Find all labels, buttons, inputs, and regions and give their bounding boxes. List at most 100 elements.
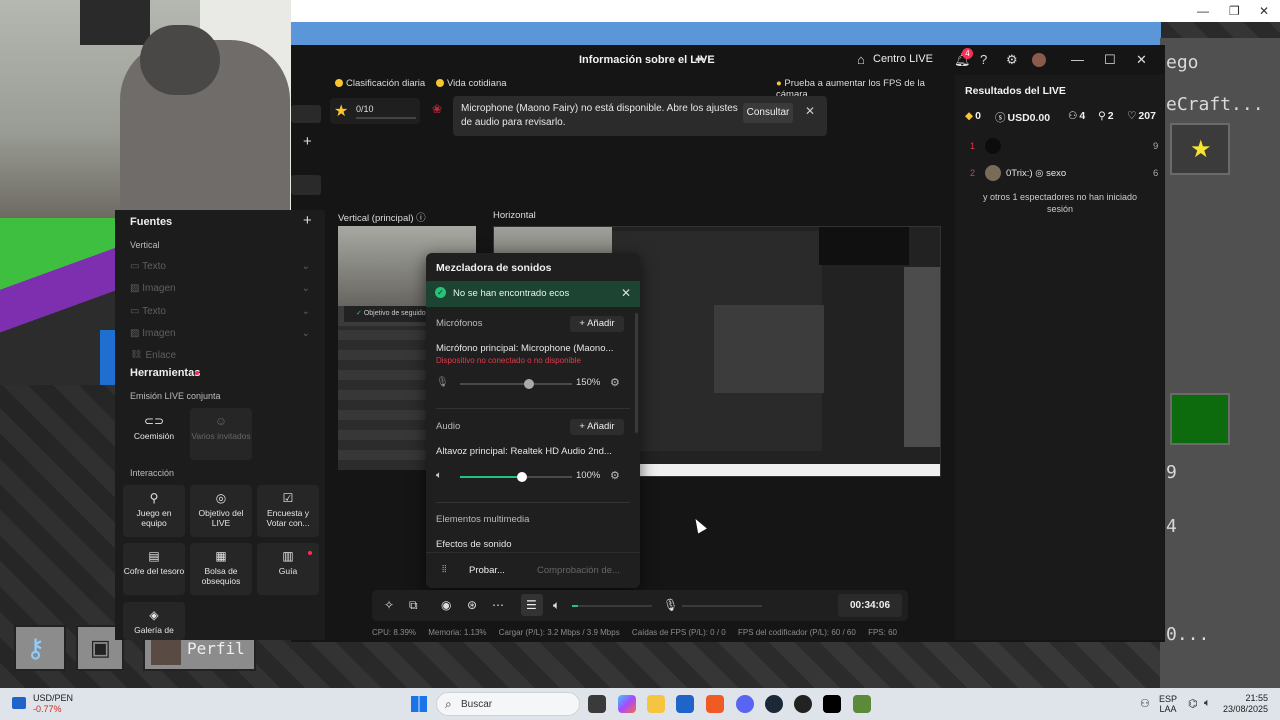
- stock-ticker[interactable]: USD/PEN -0.77%: [33, 693, 73, 715]
- chest-icon: ▤: [148, 549, 160, 563]
- sound-effects-item[interactable]: Efectos de sonido: [436, 539, 626, 550]
- source-row[interactable]: ▭ Texto ⌄: [130, 261, 310, 277]
- maximize-icon[interactable]: ❐: [1229, 4, 1240, 18]
- add-source-button[interactable]: +: [303, 212, 312, 229]
- home-icon[interactable]: ⌂: [857, 52, 865, 67]
- settings-icon[interactable]: ⚙: [1006, 52, 1018, 68]
- scene-tab[interactable]: [291, 105, 321, 123]
- treasure-chest-button[interactable]: ▤ Cofre del tesoro: [123, 543, 185, 595]
- likes-stat: ♡ 207: [1127, 110, 1156, 122]
- source-row[interactable]: ⛓ Enlace: [130, 350, 310, 358]
- slider-knob[interactable]: [524, 379, 535, 389]
- language-indicator[interactable]: ESP LAA: [1158, 694, 1178, 714]
- stock-icon[interactable]: [12, 697, 26, 709]
- close-icon[interactable]: ✕: [1259, 4, 1269, 18]
- people-icon[interactable]: ⚇: [1140, 697, 1150, 710]
- more-icon[interactable]: ⋯: [492, 598, 504, 612]
- usd-stat: ⓢ USD0.00: [995, 112, 1051, 124]
- camera-switch-icon[interactable]: ⊛: [467, 598, 477, 612]
- system-clock[interactable]: 21:55 23/08/2025: [1222, 693, 1268, 715]
- add-audio-button[interactable]: + Añadir: [570, 419, 624, 435]
- wifi-icon[interactable]: ⌬: [1188, 697, 1198, 710]
- target-icon: ◎: [215, 491, 227, 505]
- search-placeholder: Buscar: [461, 699, 493, 710]
- add-scene-button[interactable]: +: [303, 133, 312, 150]
- help-icon[interactable]: ?: [980, 52, 987, 67]
- audio-device-name: Altavoz principal: Realtek HD Audio 2nd.…: [436, 446, 612, 457]
- add-microphone-button[interactable]: + Añadir: [570, 316, 624, 332]
- share-icon[interactable]: ➦: [695, 52, 705, 66]
- mic-volume-slider[interactable]: 🎙︎ 150% ⚙: [436, 377, 626, 391]
- preview-game-side: [904, 267, 940, 447]
- source-row[interactable]: ▨ Imagen ⌄: [130, 328, 310, 344]
- task-view-icon[interactable]: [588, 695, 606, 713]
- mixer-toggle-button[interactable]: ☰: [521, 594, 543, 616]
- maximize-icon[interactable]: ☐: [1104, 52, 1116, 68]
- mixer-scrollbar[interactable]: [635, 313, 638, 433]
- minimize-icon[interactable]: —: [1071, 52, 1084, 67]
- avatar[interactable]: [985, 138, 1001, 154]
- volume-icon[interactable]: 🔈︎: [1204, 697, 1211, 710]
- search-icon: ⌕: [445, 697, 452, 711]
- brave-icon[interactable]: [706, 695, 724, 713]
- minecraft-icon[interactable]: [853, 695, 871, 713]
- team-game-button[interactable]: ⚲ Juego en equipo: [123, 485, 185, 537]
- avatar[interactable]: [985, 165, 1001, 181]
- source-row[interactable]: ▭ Texto ⌄: [130, 306, 310, 322]
- steam-icon[interactable]: [765, 695, 783, 713]
- game-slot: ★: [1170, 123, 1230, 175]
- scene-tab[interactable]: [291, 175, 321, 195]
- mic-icon[interactable]: 🎙︎: [663, 598, 678, 612]
- rank-number: 2: [970, 168, 976, 178]
- tiktok-icon[interactable]: [823, 695, 841, 713]
- close-icon[interactable]: ✕: [805, 104, 815, 118]
- slider-knob[interactable]: [516, 472, 527, 482]
- obs-icon[interactable]: [794, 695, 812, 713]
- mixer-footer: ⦙⦙ Probar... Comprobación de...: [426, 552, 640, 588]
- mic-unavailable-toast: Microphone (Maono Fairy) no está disponi…: [453, 96, 827, 136]
- cpu-stat: CPU: 8.39%: [372, 628, 417, 637]
- goal-card[interactable]: ★ 0/10: [330, 98, 420, 124]
- audio-heading: Audio: [436, 421, 461, 432]
- settings-icon[interactable]: ⚙: [610, 469, 620, 482]
- settings-icon[interactable]: ⚙: [610, 376, 620, 389]
- magic-wand-icon[interactable]: ✧: [384, 598, 394, 612]
- speaker-icon[interactable]: 🔈︎: [553, 598, 560, 613]
- audio-volume-slider[interactable]: 🔈︎ 100% ⚙: [436, 470, 626, 484]
- avatar[interactable]: [1032, 53, 1046, 67]
- sources-panel: Fuentes Vertical ▭ Texto ⌄ ▨ Imagen ⌄ ▭ Te…: [115, 210, 325, 640]
- webcam-head: [140, 25, 220, 95]
- minimize-icon[interactable]: —: [1197, 4, 1209, 18]
- daily-life-pill[interactable]: Vida cotidiana: [436, 78, 507, 89]
- daily-ranking-pill[interactable]: Clasificación diaria: [335, 78, 425, 89]
- close-icon[interactable]: ✕: [1136, 52, 1147, 68]
- test-button[interactable]: Probar...: [469, 565, 505, 576]
- close-icon[interactable]: ✕: [621, 286, 631, 300]
- viewer-name[interactable]: 0Trix:) ◎ sexo: [1006, 168, 1066, 179]
- file-explorer-icon[interactable]: [647, 695, 665, 713]
- centro-live-link[interactable]: Centro LIVE: [873, 53, 933, 65]
- image-icon: ▨: [130, 328, 140, 339]
- multi-guest-button[interactable]: ☺ Varios invitados: [190, 408, 252, 460]
- check-button[interactable]: Comprobación de...: [537, 565, 620, 576]
- taskbar-search[interactable]: ⌕ Buscar: [436, 692, 580, 716]
- record-icon[interactable]: ◉: [441, 598, 451, 612]
- echo-banner-text: No se han encontrado ecos: [453, 288, 570, 299]
- mic-level-track[interactable]: [682, 605, 762, 607]
- consultar-button[interactable]: Consultar: [743, 103, 793, 123]
- gift-bag-button[interactable]: ▦ Bolsa de obsequios: [190, 543, 252, 595]
- speaker-level-track[interactable]: [572, 605, 652, 607]
- live-goal-button[interactable]: ◎ Objetivo del LIVE: [190, 485, 252, 537]
- link-icon: ⊂⊃: [143, 414, 165, 428]
- poll-button[interactable]: ☑ Encuesta y Votar con...: [257, 485, 319, 537]
- slider-track[interactable]: [460, 379, 572, 389]
- windows-start-icon[interactable]: [411, 696, 427, 712]
- discord-icon[interactable]: [736, 695, 754, 713]
- gallery-button[interactable]: ◈ Galería de: [123, 602, 185, 640]
- slider-track[interactable]: [460, 472, 572, 482]
- source-row[interactable]: ▨ Imagen ⌄: [130, 283, 310, 299]
- store-icon[interactable]: [676, 695, 694, 713]
- coemision-button[interactable]: ⊂⊃ Coemisión: [123, 408, 185, 460]
- copilot-icon[interactable]: [618, 695, 636, 713]
- layers-icon[interactable]: ⧉: [409, 598, 418, 613]
